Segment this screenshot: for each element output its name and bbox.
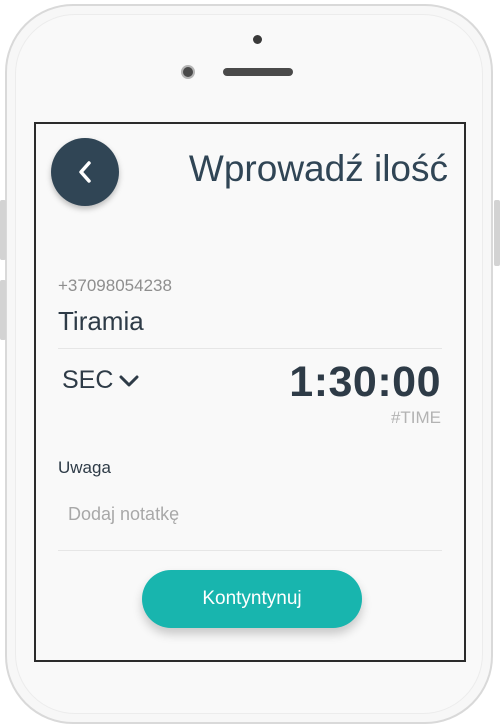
divider [58, 550, 442, 551]
unit-dropdown[interactable]: SEC [62, 366, 140, 395]
continue-button[interactable]: Kontyntynuj [142, 570, 362, 628]
unit-selected-label: SEC [62, 366, 114, 394]
back-button[interactable] [51, 138, 119, 206]
power-button [494, 200, 500, 266]
volume-down-button [0, 280, 6, 340]
recipient-phone: +37098054238 [58, 276, 172, 295]
recipient-name: Tiramia [58, 306, 144, 336]
volume-up-button [0, 200, 6, 260]
page-title: Wprowadź ilość [188, 148, 448, 189]
divider [58, 348, 442, 349]
front-camera [181, 65, 195, 79]
chevron-left-icon [79, 161, 91, 183]
app-screen: Wprowadź ilość +37098054238 Tiramia SEC … [34, 122, 466, 662]
amount-value[interactable]: 1:30:00 [289, 358, 441, 407]
amount-type: #TIME [390, 408, 441, 427]
note-input[interactable] [58, 496, 444, 532]
proximity-sensor [253, 35, 262, 44]
earpiece-speaker [223, 68, 293, 76]
note-label: Uwaga [58, 458, 111, 477]
chevron-down-icon [119, 375, 139, 386]
